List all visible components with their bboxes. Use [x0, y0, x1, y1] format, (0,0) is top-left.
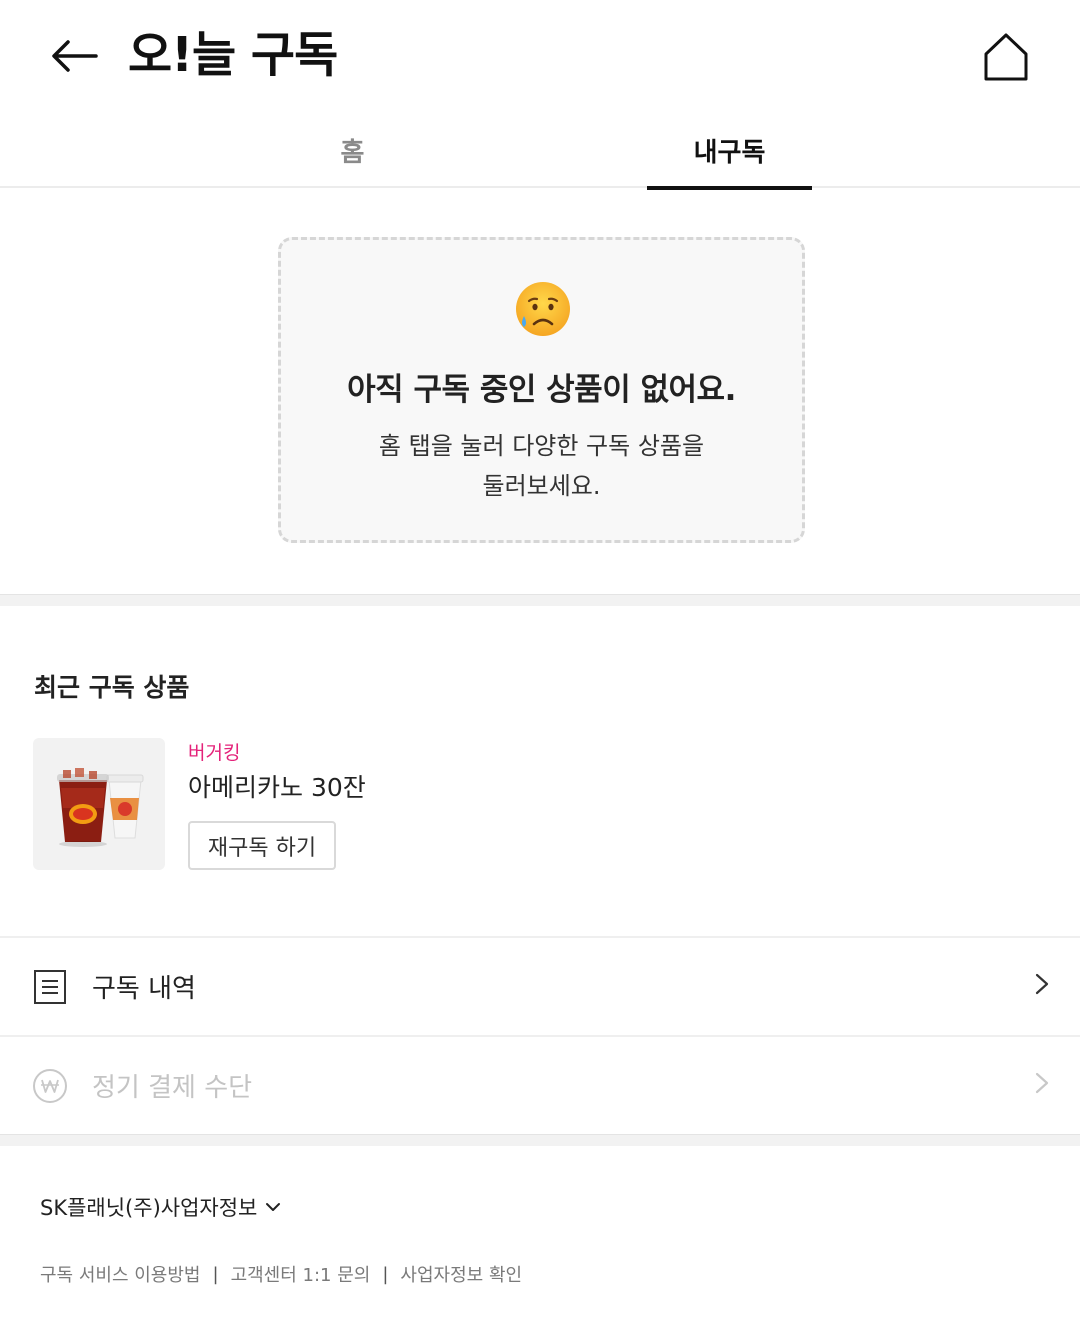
section-divider [0, 594, 1080, 606]
empty-state-title: 아직 구독 중인 상품이 없어요. [347, 372, 736, 408]
tab-my-subscriptions[interactable]: 내구독 [647, 112, 812, 190]
sad-face-with-sweat-icon [516, 282, 570, 336]
tab-my-subscriptions-label: 내구독 [693, 137, 766, 168]
footer-link-how-to-use[interactable]: 구독 서비스 이용방법 [40, 1261, 200, 1287]
page: 오!늘 구독 홈 내구독 아직 구독 중인 상품이 없어요. 홈 탭을 눌러 다… [0, 0, 1080, 1331]
arrow-left-icon [52, 40, 98, 72]
chevron-down-icon [266, 1203, 281, 1211]
product-brand: 버거킹 [188, 742, 241, 764]
menu-payment-method[interactable]: 정기 결제 수단 [0, 1035, 1080, 1133]
back-button[interactable] [44, 30, 104, 82]
tab-home-label: 홈 [340, 137, 365, 168]
footer-separator: | [382, 1263, 389, 1285]
empty-state-desc-line2: 둘러보세요. [482, 472, 601, 500]
resubscribe-button[interactable]: 재구독 하기 [188, 821, 336, 870]
home-icon [984, 33, 1028, 81]
empty-state-desc-line1: 홈 탭을 눌러 다양한 구독 상품을 [378, 432, 705, 460]
product-thumbnail[interactable] [33, 738, 165, 870]
app-header: 오!늘 구독 [0, 0, 1080, 112]
coffee-cups-image [57, 768, 144, 847]
footer-link-business-info[interactable]: 사업자정보 확인 [400, 1261, 522, 1287]
business-info-label: SK플래닛(주)사업자정보 [40, 1196, 258, 1220]
won-coin-icon [33, 1069, 67, 1103]
chevron-right-icon [1035, 1072, 1049, 1094]
product-name[interactable]: 아메리카노 30잔 [188, 768, 366, 804]
menu-subscription-history-label: 구독 내역 [92, 974, 196, 1004]
footer-divider [0, 1134, 1080, 1146]
home-button[interactable] [978, 28, 1034, 86]
empty-state-card: 아직 구독 중인 상품이 없어요. 홈 탭을 눌러 다양한 구독 상품을 둘러보… [278, 237, 805, 543]
menu-payment-method-label: 정기 결제 수단 [92, 1073, 253, 1103]
page-title: 오!늘 구독 [128, 27, 338, 83]
document-list-icon [34, 970, 66, 1004]
footer-links: 구독 서비스 이용방법 | 고객센터 1:1 문의 | 사업자정보 확인 [40, 1261, 522, 1287]
footer-separator: | [212, 1263, 219, 1285]
footer-link-customer-center[interactable]: 고객센터 1:1 문의 [231, 1261, 371, 1287]
tab-bar: 홈 내구독 [0, 112, 1080, 190]
empty-state-description: 홈 탭을 눌러 다양한 구독 상품을 둘러보세요. [281, 426, 802, 506]
chevron-right-icon [1035, 973, 1049, 995]
business-info-toggle[interactable]: SK플래닛(주)사업자정보 [40, 1192, 281, 1222]
active-tab-indicator [647, 186, 812, 190]
recent-section-title: 최근 구독 상품 [34, 673, 190, 702]
menu-subscription-history[interactable]: 구독 내역 [0, 936, 1080, 1034]
tab-home[interactable]: 홈 [270, 112, 435, 188]
